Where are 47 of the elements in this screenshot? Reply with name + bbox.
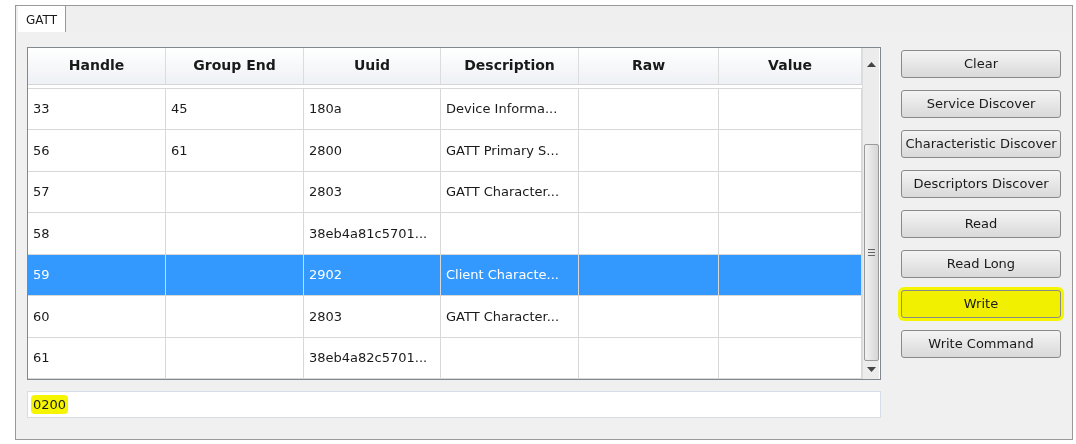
table-cell-text: 59 bbox=[33, 266, 50, 284]
column-header[interactable]: Uuid bbox=[304, 48, 441, 84]
action-button[interactable]: Read Long bbox=[901, 250, 1061, 278]
table-cell-text: 61 bbox=[171, 141, 188, 160]
column-header[interactable]: Description bbox=[441, 48, 579, 84]
table-cell-text: 56 bbox=[33, 141, 50, 160]
action-button[interactable]: Write Command bbox=[901, 330, 1061, 358]
table-cell-text: GATT Character... bbox=[446, 307, 560, 326]
table-cell-text: 2902 bbox=[309, 266, 343, 284]
action-button[interactable]: Read bbox=[901, 210, 1061, 238]
table-cell-text: 61 bbox=[33, 349, 50, 367]
table-row[interactable]: 58 38eb4a81c5701... bbox=[28, 213, 862, 255]
column-header[interactable]: Raw bbox=[579, 48, 719, 84]
vertical-scrollbar[interactable] bbox=[862, 48, 879, 379]
column-header[interactable]: Group End bbox=[166, 48, 304, 84]
action-button[interactable]: Characteristic Discover bbox=[901, 130, 1061, 158]
scroll-down-icon[interactable] bbox=[866, 367, 876, 373]
value-input-field[interactable]: 0200 bbox=[27, 391, 881, 418]
table-cell-text: 45 bbox=[171, 100, 188, 118]
tab[interactable]: GATT bbox=[18, 6, 67, 34]
table-cell-text: Device Informa... bbox=[446, 100, 558, 118]
table-cell-text: 57 bbox=[33, 183, 50, 201]
action-button[interactable]: Write bbox=[901, 290, 1061, 318]
table-cell-text: 2803 bbox=[309, 183, 343, 201]
table-cell-text: Client Characte... bbox=[446, 266, 559, 284]
grip-icon bbox=[867, 249, 875, 256]
table-cell-text: GATT Character... bbox=[446, 183, 560, 201]
table-cell-text: 2803 bbox=[309, 307, 343, 326]
table-cell-text: 38eb4a82c5701... bbox=[309, 349, 428, 367]
table-cell-text: 58 bbox=[33, 224, 50, 243]
action-button[interactable]: Clear bbox=[901, 50, 1061, 78]
table-cell-text: 33 bbox=[33, 100, 50, 118]
table-row[interactable]: 56 61 2800 GATT Primary S... bbox=[28, 130, 862, 172]
table-cell-text: GATT Primary S... bbox=[446, 141, 559, 160]
table-cell-text: 60 bbox=[33, 307, 50, 326]
scrollbar-thumb[interactable] bbox=[863, 144, 879, 361]
table-cell-text: 2800 bbox=[309, 141, 343, 160]
action-button[interactable]: Descriptors Discover bbox=[901, 170, 1061, 198]
scroll-up-icon[interactable] bbox=[866, 62, 876, 68]
column-header[interactable]: Handle bbox=[28, 48, 166, 84]
table-row[interactable]: 57 2803 GATT Character... bbox=[28, 171, 862, 213]
action-button[interactable]: Service Discover bbox=[901, 90, 1061, 118]
table-cell-text: 180a bbox=[309, 100, 342, 118]
table-row[interactable]: 60 2803 GATT Character... bbox=[28, 296, 862, 338]
table-cell-text: 38eb4a81c5701... bbox=[309, 224, 428, 243]
table-row[interactable]: 33 45 180a Device Informa... bbox=[28, 88, 862, 130]
table-row[interactable]: 61 38eb4a82c5701... bbox=[28, 337, 862, 379]
